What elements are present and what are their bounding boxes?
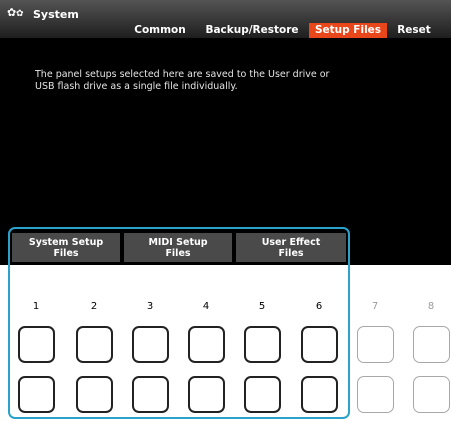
column-number-4: 4 xyxy=(202,301,210,312)
gears-icon: ✿ ✿ xyxy=(7,6,24,19)
column-number-5: 5 xyxy=(258,301,266,312)
system-setup-files-button[interactable]: System Setup Files xyxy=(12,233,120,262)
pad-button-upper-4[interactable] xyxy=(188,326,225,363)
pad-button-upper-2[interactable] xyxy=(76,326,113,363)
user-effect-files-button[interactable]: User Effect Files xyxy=(236,233,346,262)
column-number-1: 1 xyxy=(32,301,40,312)
pad-button-upper-5[interactable] xyxy=(244,326,281,363)
pad-button-upper-3[interactable] xyxy=(132,326,169,363)
display-screen: ✿ ✿ System Common Backup/Restore Setup Fi… xyxy=(0,0,451,265)
header-bar: ✿ ✿ System Common Backup/Restore Setup Fi… xyxy=(0,0,451,38)
column-number-8: 8 xyxy=(427,301,435,312)
pad-button-upper-1[interactable] xyxy=(18,326,55,363)
app-title: ✿ ✿ System xyxy=(7,7,79,21)
column-number-3: 3 xyxy=(146,301,154,312)
pad-button-lower-1[interactable] xyxy=(18,376,55,413)
app-title-label: System xyxy=(33,7,79,21)
pad-button-lower-5[interactable] xyxy=(244,376,281,413)
pad-button-lower-4[interactable] xyxy=(188,376,225,413)
pad-button-upper-6[interactable] xyxy=(301,326,338,363)
pad-button-upper-8[interactable] xyxy=(413,326,450,363)
description-text: The panel setups selected here are saved… xyxy=(35,69,330,92)
column-number-7: 7 xyxy=(371,301,379,312)
pad-button-lower-2[interactable] xyxy=(76,376,113,413)
tab-setup-files[interactable]: Setup Files xyxy=(309,23,387,38)
pad-button-lower-3[interactable] xyxy=(132,376,169,413)
tab-backup-restore[interactable]: Backup/Restore xyxy=(200,23,304,38)
tab-reset[interactable]: Reset xyxy=(392,23,436,38)
midi-setup-files-button[interactable]: MIDI Setup Files xyxy=(124,233,232,262)
pad-button-lower-6[interactable] xyxy=(301,376,338,413)
column-number-2: 2 xyxy=(90,301,98,312)
tab-common[interactable]: Common xyxy=(131,23,189,38)
pad-button-lower-8[interactable] xyxy=(413,376,450,413)
pad-button-lower-7[interactable] xyxy=(357,376,394,413)
pad-button-upper-7[interactable] xyxy=(357,326,394,363)
column-number-6: 6 xyxy=(315,301,323,312)
